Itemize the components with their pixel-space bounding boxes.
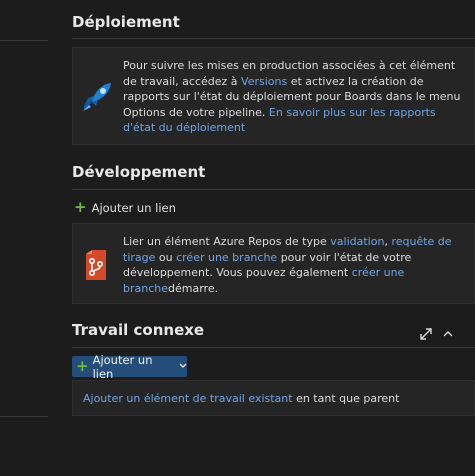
plus-icon: + bbox=[74, 198, 87, 216]
related-work-rule bbox=[72, 347, 475, 348]
chevron-up-icon[interactable] bbox=[439, 325, 457, 343]
related-work-card: Ajouter un élément de travail existant e… bbox=[72, 380, 475, 416]
related-work-title: Travail connexe bbox=[72, 321, 205, 339]
left-divider-bottom bbox=[0, 416, 48, 417]
deployment-title: Déploiement bbox=[72, 13, 180, 31]
deployment-description: Pour suivre les mises en production asso… bbox=[123, 58, 468, 136]
add-existing-work-item-link[interactable]: Ajouter un élément de travail existant bbox=[83, 392, 293, 405]
related-add-link-button[interactable]: + Ajouter un lien bbox=[72, 353, 187, 381]
left-divider-top bbox=[0, 40, 48, 41]
chevron-down-icon bbox=[179, 362, 187, 372]
git-branch-icon bbox=[83, 250, 109, 284]
development-rule bbox=[72, 189, 475, 190]
plus-icon: + bbox=[76, 357, 89, 375]
create-branch-link[interactable]: créer une branche bbox=[176, 251, 277, 264]
versions-link[interactable]: Versions bbox=[241, 75, 287, 88]
development-text-3: démarre. bbox=[168, 281, 219, 295]
related-add-link-label: Ajouter un lien bbox=[92, 352, 153, 381]
right-column: Déploiement Pour suivre les mises en pro… bbox=[72, 0, 475, 476]
development-text-1: Lier un élément Azure Repos de type bbox=[123, 235, 331, 248]
development-card: Lier un élément Azure Repos de type vali… bbox=[72, 223, 475, 304]
as-parent-text: en tant que parent bbox=[292, 392, 400, 405]
left-column bbox=[0, 0, 48, 476]
rocket-icon bbox=[80, 80, 114, 118]
development-add-link-label: Ajouter un lien bbox=[91, 200, 176, 215]
development-or-text: ou bbox=[155, 250, 177, 264]
validation-link[interactable]: validation bbox=[330, 235, 384, 248]
deployment-card: Pour suivre les mises en production asso… bbox=[72, 47, 475, 145]
related-work-description: Ajouter un élément de travail existant e… bbox=[83, 391, 468, 407]
development-add-link[interactable]: + Ajouter un lien bbox=[74, 200, 176, 215]
deployment-rule bbox=[72, 38, 475, 39]
expand-icon[interactable] bbox=[417, 325, 435, 343]
work-item-side-panel: Déploiement Pour suivre les mises en pro… bbox=[0, 0, 475, 476]
development-title: Développement bbox=[72, 163, 206, 181]
development-description: Lier un élément Azure Repos de type vali… bbox=[123, 234, 468, 296]
